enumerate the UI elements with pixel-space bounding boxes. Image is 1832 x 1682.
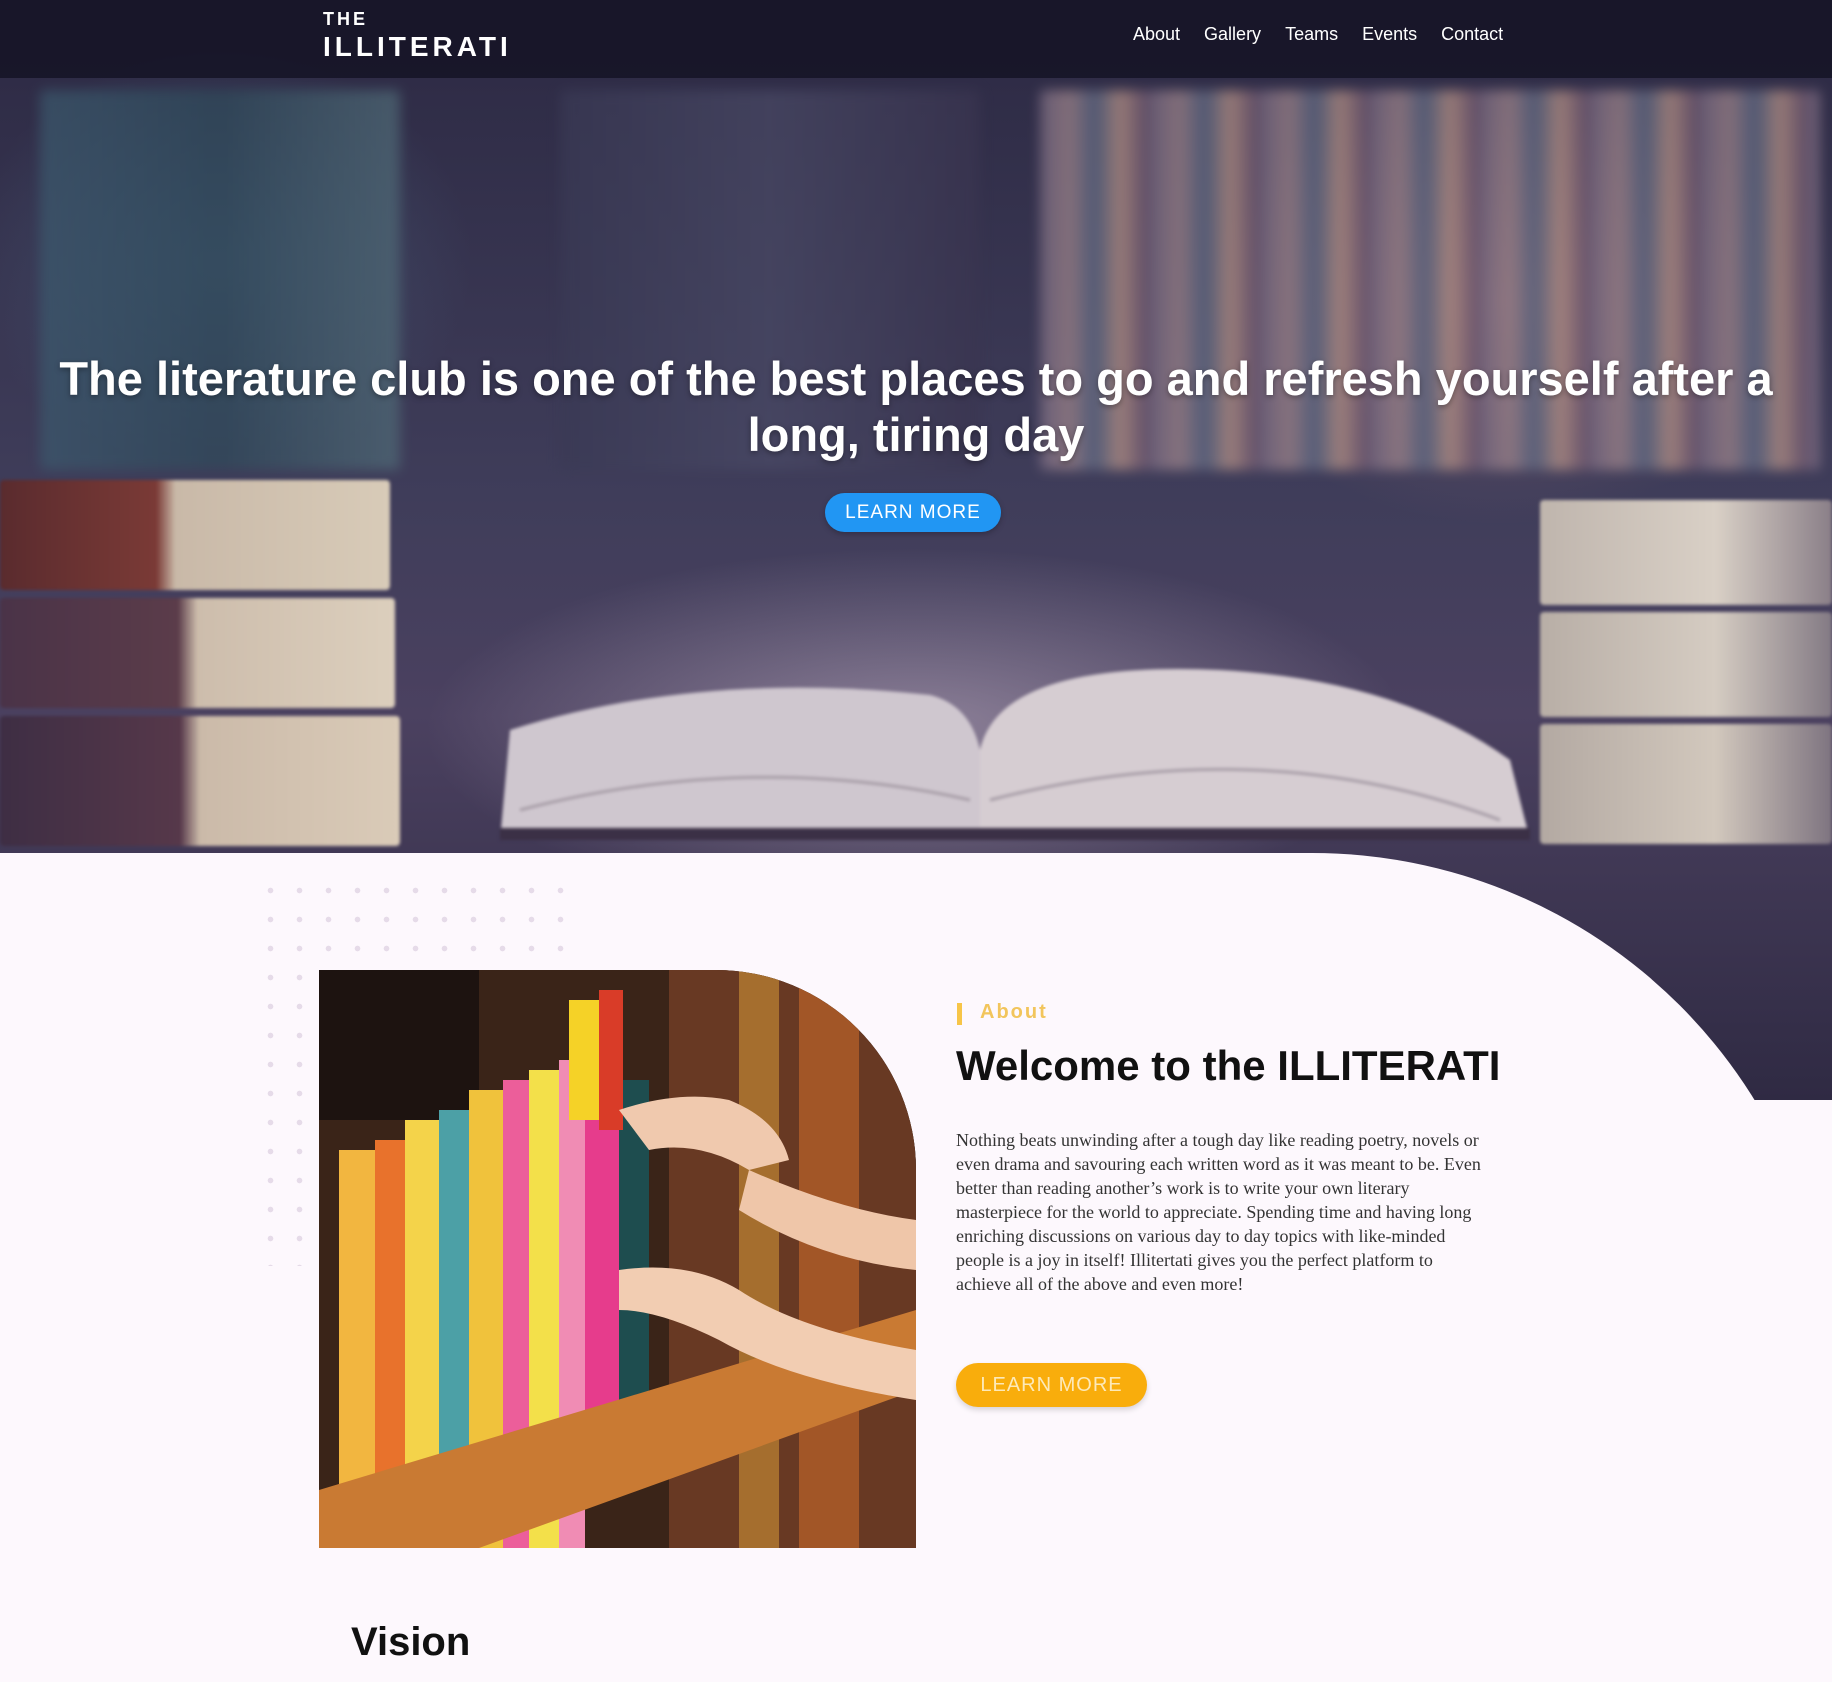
about-heading: Welcome to the ILLITERATI: [956, 1042, 1501, 1089]
hero-title: The literature club is one of the best p…: [59, 352, 1773, 461]
about-body-text: Nothing beats unwinding after a tough da…: [956, 1130, 1481, 1294]
hero-learn-more-button[interactable]: LEARN MORE: [825, 493, 1001, 532]
nav-link-teams[interactable]: Teams: [1285, 24, 1338, 45]
about-learn-more-button[interactable]: LEARN MORE: [956, 1363, 1147, 1407]
logo-main-text[interactable]: ILLITERATI: [323, 31, 512, 63]
nav-link-gallery[interactable]: Gallery: [1204, 24, 1261, 45]
about-image-bookshelf: [319, 970, 916, 1548]
hero-left-book-stack: [0, 480, 400, 850]
about-label-accent-bar: [957, 1003, 962, 1025]
nav-link-about[interactable]: About: [1133, 24, 1180, 45]
bookshelf-illustration: [319, 970, 916, 1548]
vision-heading: Vision: [351, 1620, 471, 1664]
hero-right-book-stack: [1540, 500, 1832, 850]
nav-link-contact[interactable]: Contact: [1441, 24, 1503, 45]
nav-link-events[interactable]: Events: [1362, 24, 1417, 45]
about-section-label: About: [980, 1001, 1048, 1023]
logo-small-text[interactable]: THE: [323, 9, 368, 30]
hero-open-book: [500, 669, 1530, 840]
top-navigation-bar: THE ILLITERATI About Gallery Teams Event…: [0, 0, 1832, 78]
nav-links: About Gallery Teams Events Contact: [1133, 24, 1527, 45]
